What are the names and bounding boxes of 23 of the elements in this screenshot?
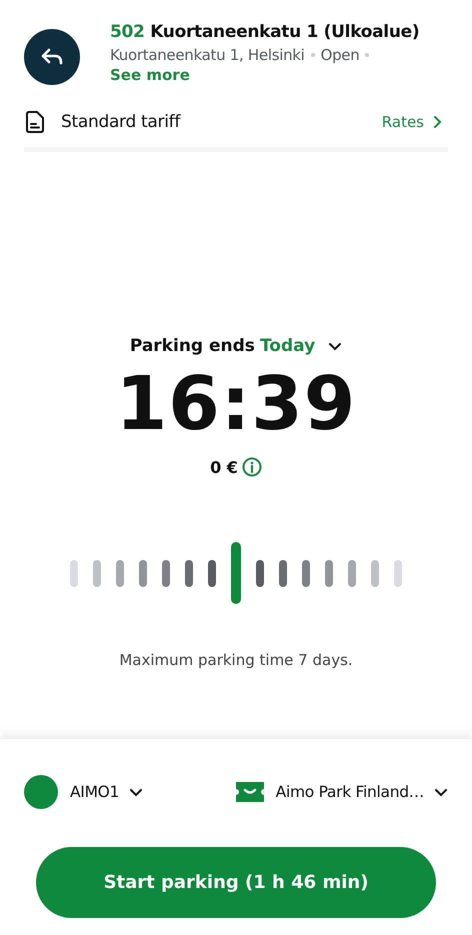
back-arrow-icon	[40, 47, 64, 67]
rates-link[interactable]: Rates	[382, 113, 442, 131]
vehicle-selector[interactable]: AIMO1	[24, 775, 144, 809]
time-dial[interactable]	[70, 541, 402, 606]
location-address: Kuortaneenkatu 1, Helsinki	[110, 46, 305, 64]
vehicle-avatar-icon	[24, 775, 58, 809]
info-icon[interactable]	[242, 457, 262, 478]
document-icon	[24, 110, 46, 134]
card-icon	[234, 780, 266, 804]
chevron-down-icon	[129, 787, 144, 797]
tariff-label: Standard tariff	[61, 112, 182, 132]
end-time: 16:39	[116, 364, 356, 446]
chevron-down-icon	[328, 341, 342, 351]
chevron-right-icon	[432, 115, 442, 129]
max-time-note: Maximum parking time 7 days.	[119, 651, 353, 670]
location-title: 502 Kuortaneenkatu 1 (Ulkoalue)	[110, 22, 420, 42]
payment-selector[interactable]: Aimo Park Finland…	[234, 775, 448, 809]
price: 0 €	[210, 458, 238, 477]
start-parking-button[interactable]: Start parking (1 h 46 min)	[36, 847, 436, 918]
chevron-down-icon	[434, 787, 448, 797]
location-status: Open	[320, 46, 360, 64]
end-day-selector[interactable]: Parking ends Today	[130, 336, 342, 356]
see-more-link[interactable]: See more	[110, 66, 190, 84]
